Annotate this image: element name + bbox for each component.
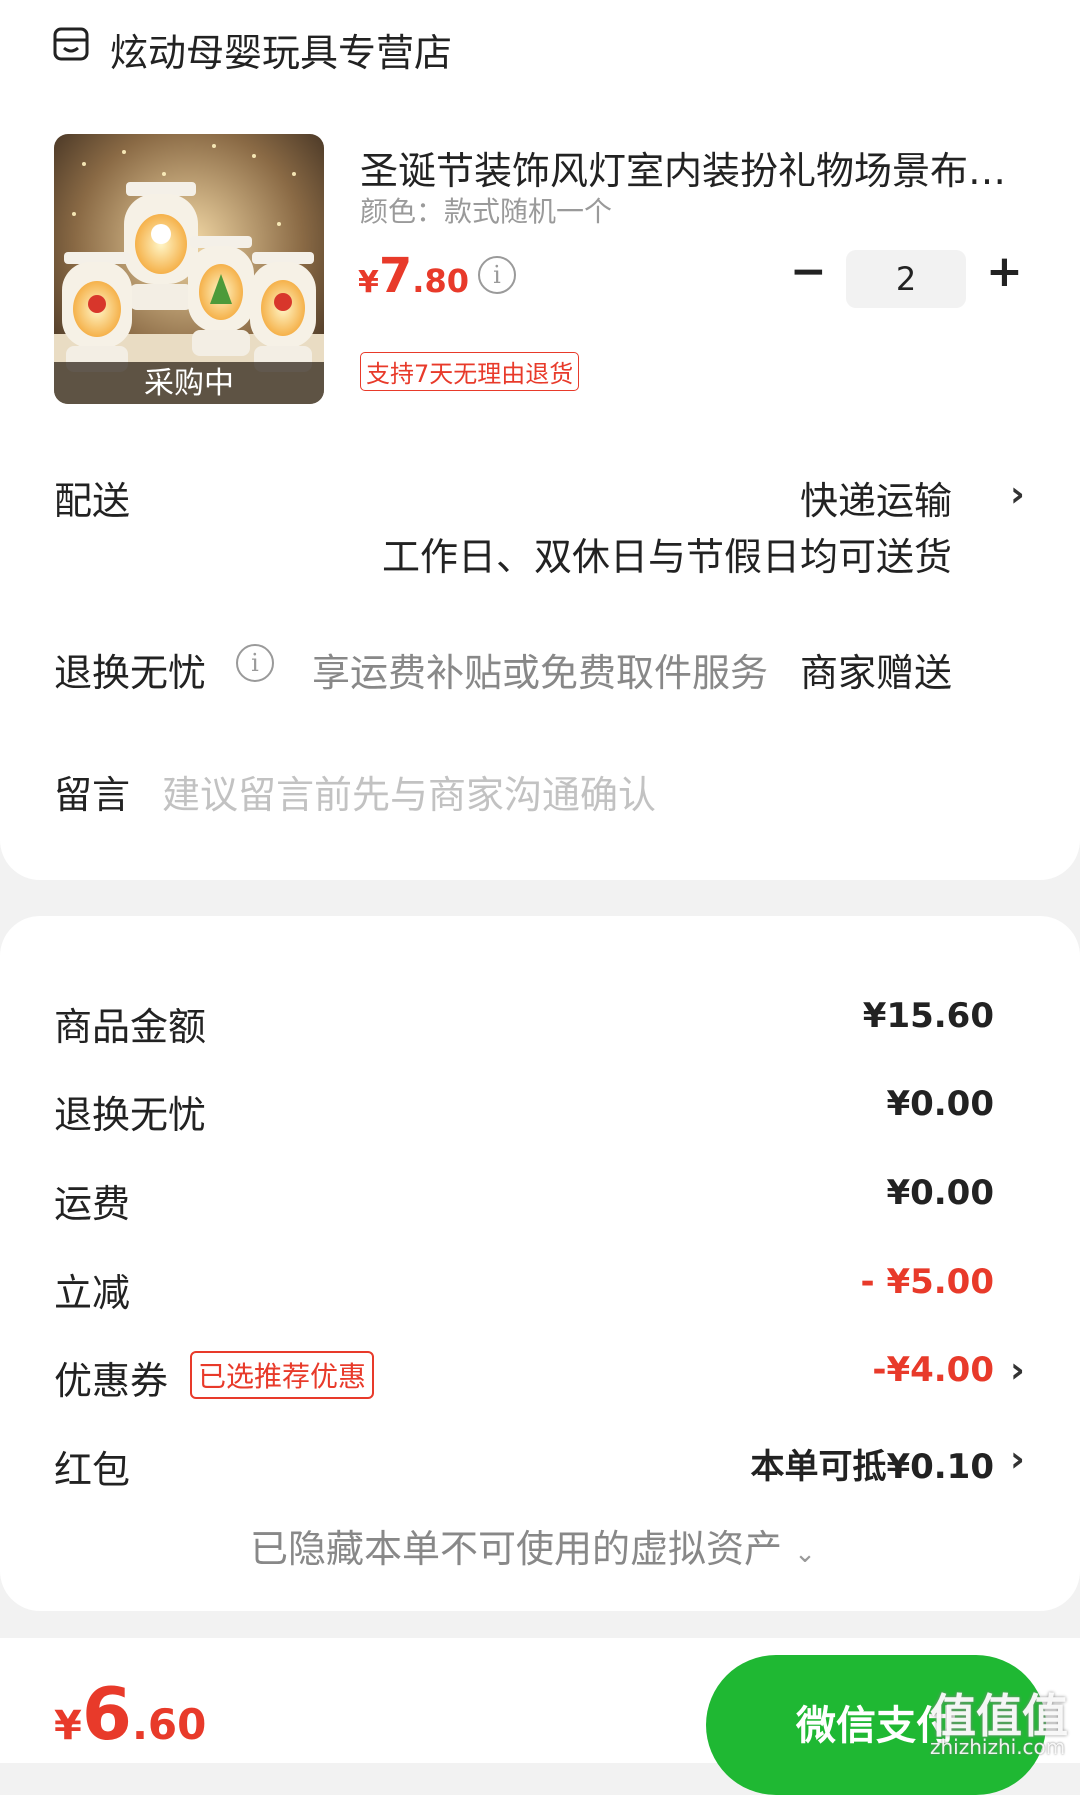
coupon-chevron-icon[interactable]: ›	[1010, 1350, 1025, 1391]
total-price: ¥6.60	[54, 1672, 206, 1756]
delivery-chevron-icon[interactable]: ›	[1010, 474, 1025, 515]
message-input[interactable]: 建议留言前先与商家沟通确认	[162, 764, 656, 819]
price-symbol: ¥	[358, 265, 379, 300]
summary-value-shipping: ¥0.00	[886, 1173, 994, 1213]
summary-value-goods: ¥15.60	[862, 996, 994, 1036]
return-worry-info-icon[interactable]: i	[236, 644, 274, 682]
price-integer: 7	[378, 248, 413, 304]
product-thumbnail[interactable]: 采购中	[54, 134, 324, 404]
store-name[interactable]: 炫动母婴玩具专营店	[110, 22, 452, 77]
product-title[interactable]: 圣诞节装饰风灯室内装扮礼物场景布…	[360, 140, 1006, 195]
summary-value-return: ¥0.00	[886, 1084, 994, 1124]
chevron-down-icon: ⌄	[794, 1539, 816, 1569]
watermark-url: zhizhizhi.com	[930, 1735, 1066, 1759]
decrease-quantity-button[interactable]: −	[790, 246, 827, 297]
summary-label-shipping: 运费	[54, 1182, 131, 1226]
summary-value-coupon[interactable]: -¥4.00	[872, 1350, 994, 1390]
hidden-assets-text: 已隐藏本单不可使用的虚拟资产	[250, 1527, 783, 1571]
price-info-icon[interactable]: i	[478, 256, 516, 294]
delivery-method[interactable]: 快递运输	[800, 470, 952, 525]
product-variant[interactable]: 颜色：款式随机一个	[360, 190, 612, 230]
summary-label-redpacket: 红包	[54, 1448, 131, 1492]
return-worry-label: 退换无忧	[54, 651, 207, 695]
product-price: ¥7.80	[358, 248, 469, 304]
return-worry-value: 商家赠送	[799, 651, 952, 695]
total-symbol: ¥	[54, 1703, 82, 1749]
summary-label-goods: 商品金额	[54, 1005, 207, 1049]
redpacket-chevron-icon[interactable]: ›	[1010, 1439, 1025, 1480]
summary-label-return: 退换无忧	[54, 1093, 207, 1137]
delivery-label: 配送	[54, 479, 131, 523]
hidden-assets-toggle[interactable]: 已隐藏本单不可使用的虚拟资产 ⌄	[250, 1518, 816, 1573]
return-policy-tag: 支持7天无理由退货	[360, 352, 580, 391]
summary-value-discount: - ¥5.00	[860, 1262, 995, 1302]
summary-value-redpacket[interactable]: 本单可抵¥0.10	[750, 1439, 994, 1488]
total-integer: 6	[81, 1672, 132, 1756]
return-worry-desc: 享运费补贴或免费取件服务	[312, 651, 769, 695]
coupon-selected-tag: 已选推荐优惠	[190, 1351, 375, 1399]
message-label: 留言	[54, 773, 131, 817]
order-card: 炫动母婴玩具专营店 采购中 圣诞节装饰风灯室内装扮礼物场景布… 颜色：款式随机一…	[0, 0, 1080, 880]
summary-label-discount: 立减	[54, 1271, 131, 1315]
price-decimal: .80	[412, 262, 469, 300]
summary-label-coupon: 优惠券	[54, 1359, 169, 1403]
store-icon	[53, 27, 89, 61]
delivery-note: 工作日、双休日与节假日均可送货	[381, 535, 952, 579]
quantity-input[interactable]: 2	[846, 250, 966, 308]
total-decimal: .60	[131, 1700, 207, 1749]
increase-quantity-button[interactable]: +	[986, 246, 1023, 297]
purchase-status-tag: 采购中	[54, 362, 324, 404]
